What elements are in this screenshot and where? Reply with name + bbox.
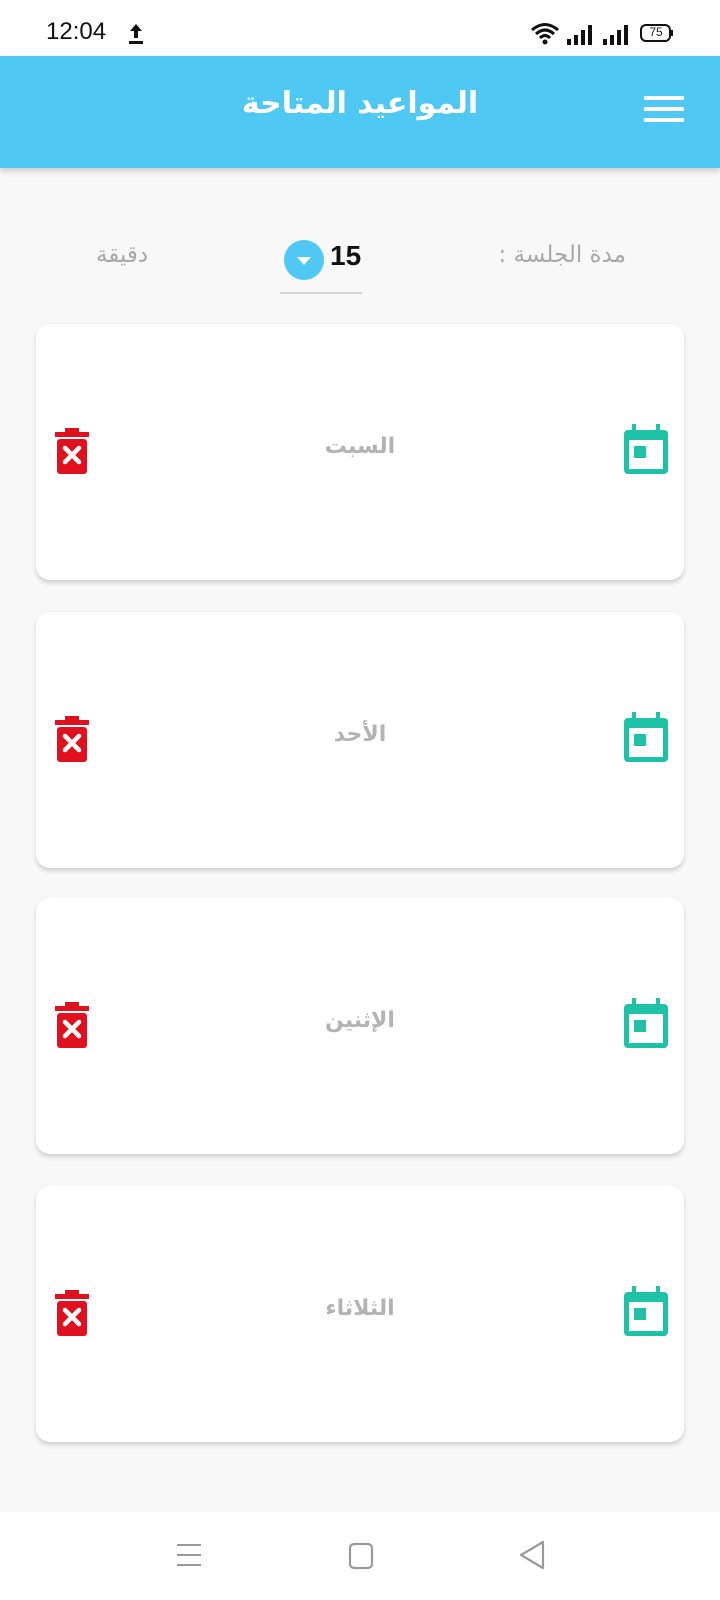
app-bar: المواعيد المتاحة bbox=[0, 56, 720, 168]
calendar-icon[interactable] bbox=[622, 998, 670, 1050]
session-duration-value: 15 bbox=[330, 240, 362, 271]
session-duration-label: مدة الجلسة : bbox=[498, 242, 626, 268]
battery-level: 75 bbox=[649, 25, 663, 39]
day-name: الأحد bbox=[333, 722, 387, 747]
day-card[interactable]: الإثنين bbox=[36, 898, 684, 1154]
calendar-icon[interactable] bbox=[622, 712, 670, 764]
day-card[interactable]: الأحد bbox=[36, 612, 684, 868]
status-bar: 12:04 75 bbox=[0, 0, 720, 56]
day-name: الثلاثاء bbox=[325, 1296, 395, 1321]
signal-icon bbox=[567, 25, 592, 45]
calendar-icon[interactable] bbox=[622, 424, 670, 476]
day-name: الإثنين bbox=[325, 1008, 395, 1033]
hamburger-menu-icon[interactable] bbox=[644, 96, 684, 126]
session-duration-dropdown[interactable]: 15 bbox=[280, 236, 362, 294]
page-title: المواعيد المتاحة bbox=[241, 86, 479, 121]
calendar-icon[interactable] bbox=[622, 1286, 670, 1338]
back-icon[interactable] bbox=[518, 1540, 546, 1570]
day-name: السبت bbox=[324, 434, 396, 459]
session-duration-row: مدة الجلسة : 15 دقيقة bbox=[0, 236, 720, 296]
system-nav-bar bbox=[0, 1512, 720, 1600]
signal-icon bbox=[603, 25, 628, 45]
day-card[interactable]: الثلاثاء bbox=[36, 1186, 684, 1442]
wifi-icon bbox=[531, 23, 559, 45]
session-duration-unit: دقيقة bbox=[96, 242, 149, 268]
status-time: 12:04 bbox=[46, 18, 107, 45]
menu-icon[interactable] bbox=[176, 1542, 202, 1568]
home-icon[interactable] bbox=[348, 1542, 374, 1570]
day-card[interactable]: السبت bbox=[36, 324, 684, 580]
dropdown-arrow-icon[interactable] bbox=[284, 240, 324, 280]
battery-icon: 75 bbox=[640, 24, 674, 42]
upload-icon bbox=[129, 24, 143, 44]
